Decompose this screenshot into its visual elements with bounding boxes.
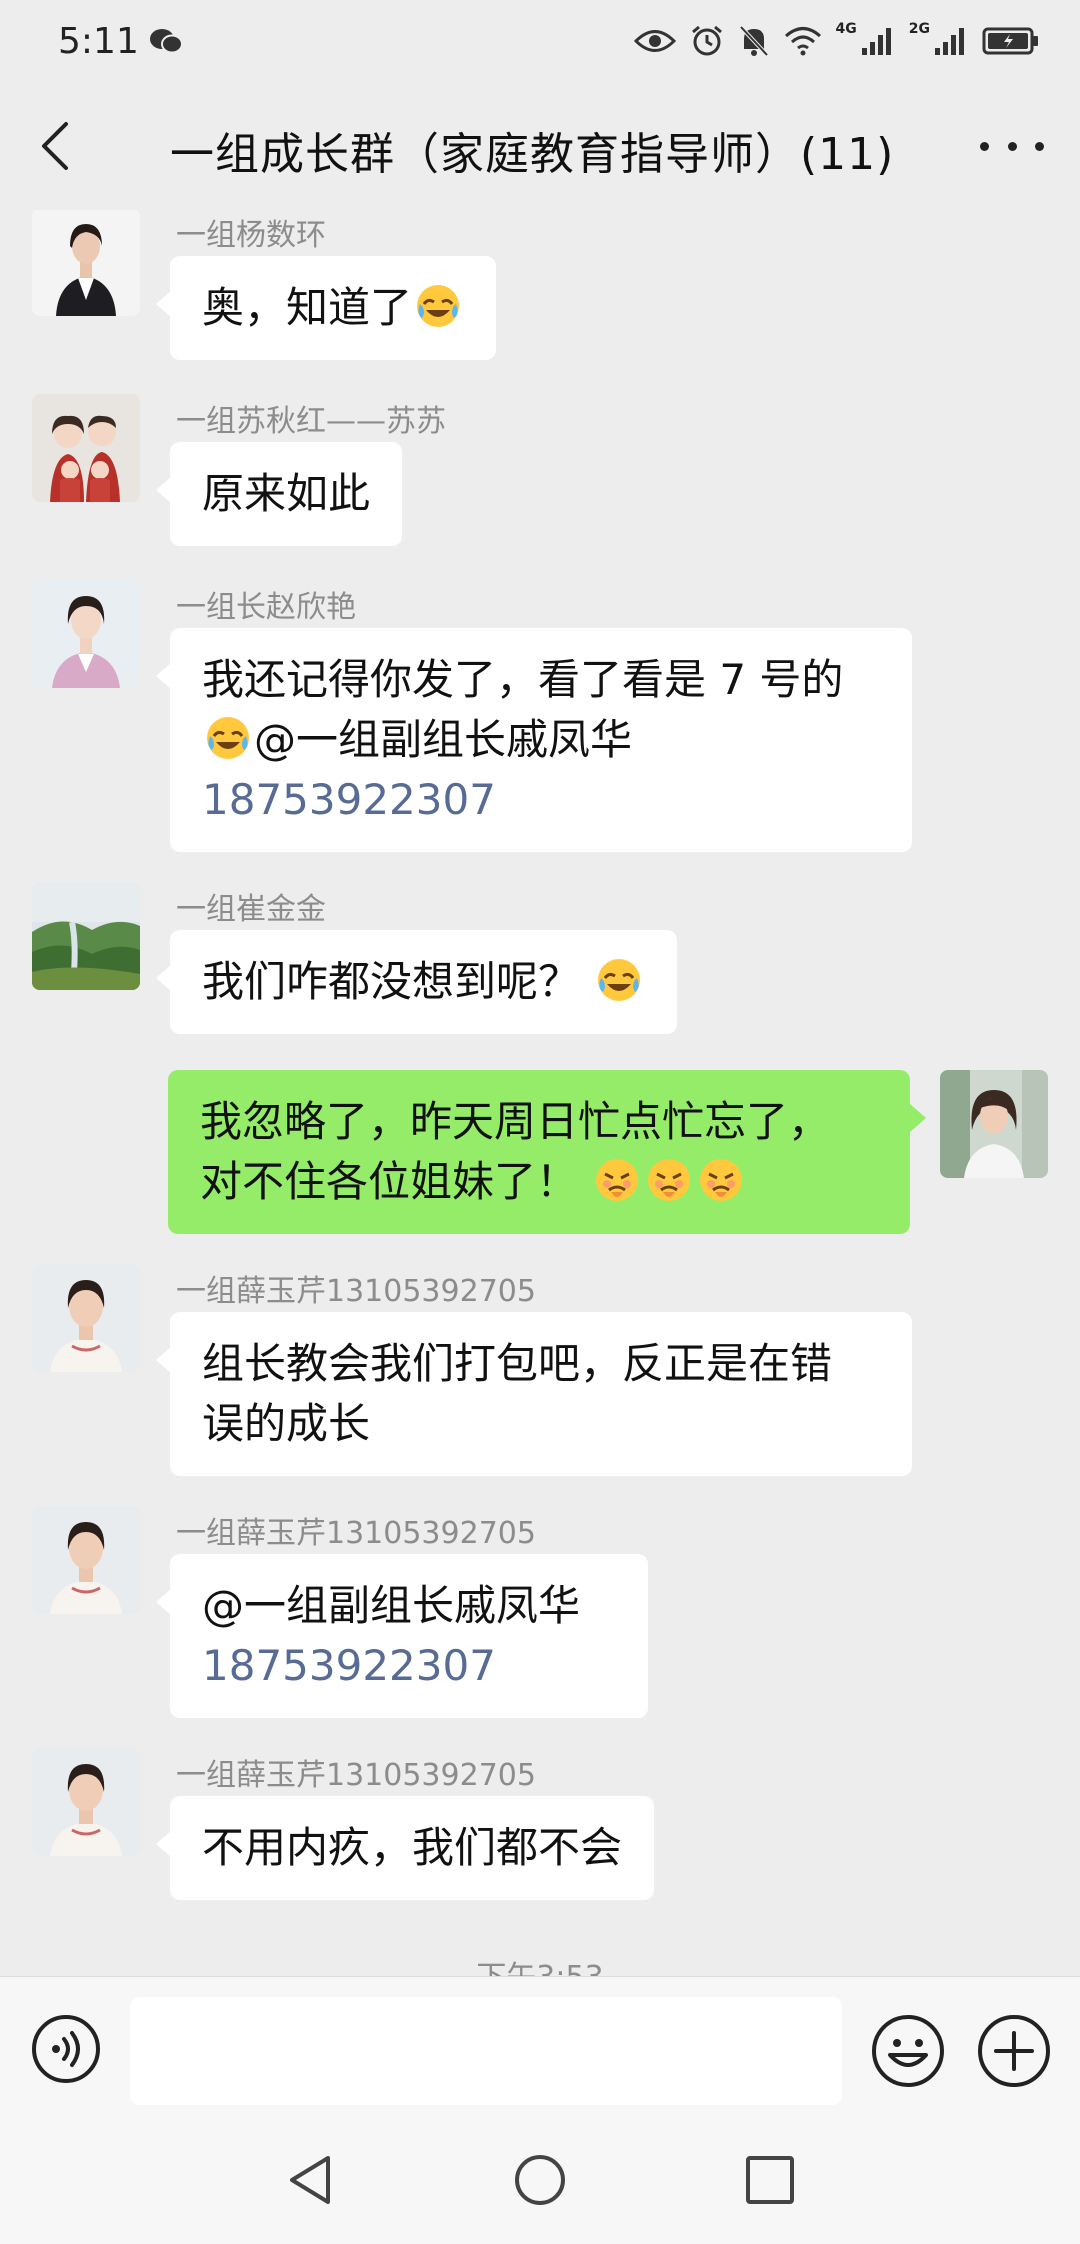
- signal-icon-1: [861, 28, 891, 55]
- pleading-face-emoji-icon: [648, 1159, 691, 1201]
- message-text: 奥，知道了: [202, 283, 413, 332]
- mention-text: @一组副组长戚凤华: [202, 1581, 581, 1630]
- sender-name: 一组崔金金: [176, 892, 326, 927]
- message-bubble[interactable]: 原来如此: [155, 442, 403, 546]
- sender-name: 一组杨数环: [176, 218, 326, 253]
- crying-laughing-emoji-icon: [207, 717, 249, 759]
- sender-name: 一组薛玉芹13105392705: [176, 1274, 536, 1309]
- message-bubble[interactable]: 我们咋都没想到呢？: [155, 930, 678, 1034]
- message-text-line: 组长教会我们打包吧，反正是在错: [202, 1339, 833, 1388]
- eye-icon: [633, 30, 676, 52]
- chat-message-list[interactable]: 一组杨数环 奥，知道了 一组苏秋红——苏苏 原来如此 一组长赵欣艳 我还记得你发…: [0, 210, 1080, 1976]
- message-bubble[interactable]: 组长教会我们打包吧，反正是在错 误的成长: [156, 1312, 912, 1476]
- sender-name: 一组长赵欣艳: [176, 590, 356, 625]
- emoji-picker-icon[interactable]: [870, 2013, 946, 2089]
- signal-icon-2: [935, 28, 964, 55]
- nav-home-icon[interactable]: [512, 2152, 568, 2208]
- my-avatar[interactable]: [940, 1070, 1048, 1178]
- input-bar: [0, 1976, 1080, 2116]
- wechat-notification-icon: [149, 29, 183, 54]
- avatar[interactable]: [32, 1506, 140, 1614]
- avatar[interactable]: [32, 1264, 140, 1372]
- voice-input-icon[interactable]: [30, 2013, 102, 2085]
- sender-name: 一组薛玉芹13105392705: [176, 1758, 536, 1793]
- message-text: 不用内疚，我们都不会: [202, 1823, 623, 1872]
- crying-laughing-emoji-icon: [417, 285, 460, 327]
- mention-text: @一组副组长戚凤华: [254, 715, 633, 764]
- avatar[interactable]: [32, 580, 140, 688]
- message-bubble[interactable]: 我还记得你发了，看了看是 7 号的 @一组副组长戚凤华 18753922307: [156, 628, 912, 852]
- plus-more-icon[interactable]: [976, 2013, 1052, 2089]
- mute-bell-icon: [739, 25, 768, 57]
- more-options-icon[interactable]: [980, 126, 1044, 166]
- message-text: 原来如此: [202, 469, 371, 518]
- back-arrow-icon[interactable]: [36, 118, 76, 174]
- avatar[interactable]: [32, 882, 140, 990]
- message-text: 我们咋都没想到呢？: [202, 957, 581, 1006]
- network-type-2: 2G: [908, 21, 930, 37]
- message-input[interactable]: [130, 1997, 842, 2105]
- sender-name: 一组薛玉芹13105392705: [176, 1516, 536, 1551]
- crying-laughing-emoji-icon: [598, 959, 641, 1001]
- avatar[interactable]: [32, 210, 140, 316]
- message-bubble-self[interactable]: 我忽略了，昨天周日忙点忙忘了， 对不住各位姐妹了！: [168, 1070, 926, 1234]
- chat-title: 一组成长群（家庭教育指导师）(11): [170, 129, 895, 180]
- nav-back-icon[interactable]: [282, 2152, 338, 2208]
- alarm-icon: [691, 25, 722, 56]
- nav-recents-icon[interactable]: [742, 2152, 798, 2208]
- pleading-face-emoji-icon: [596, 1159, 639, 1201]
- message-bubble[interactable]: 不用内疚，我们都不会: [155, 1796, 655, 1900]
- pleading-face-emoji-icon: [700, 1159, 743, 1201]
- system-nav-bar: [0, 2116, 1080, 2244]
- avatar[interactable]: [32, 394, 140, 502]
- message-text-line: 我还记得你发了，看了看是 7 号的: [202, 655, 844, 704]
- network-type-1: 4G: [835, 21, 857, 37]
- message-text-line: 对不住各位姐妹了！: [200, 1157, 579, 1206]
- message-timestamp: 下午3:53: [0, 1952, 1080, 1976]
- wifi-icon: [784, 27, 821, 56]
- message-text-line: 我忽略了，昨天周日忙点忙忘了，: [200, 1097, 831, 1146]
- phone-number-link[interactable]: 18753922307: [202, 1636, 616, 1696]
- avatar[interactable]: [32, 1748, 140, 1856]
- message-bubble[interactable]: 奥，知道了: [155, 256, 497, 360]
- status-time: 5:11: [58, 20, 139, 62]
- status-bar: 5:11 4G 2G: [0, 0, 1080, 82]
- sender-name: 一组苏秋红——苏苏: [176, 404, 446, 439]
- phone-number-link[interactable]: 18753922307: [202, 770, 880, 830]
- battery-icon: [982, 27, 1038, 55]
- message-bubble[interactable]: @一组副组长戚凤华 18753922307: [156, 1554, 648, 1718]
- chat-header: 一组成长群（家庭教育指导师）(11): [0, 82, 1080, 210]
- message-text-line: 误的成长: [202, 1399, 371, 1448]
